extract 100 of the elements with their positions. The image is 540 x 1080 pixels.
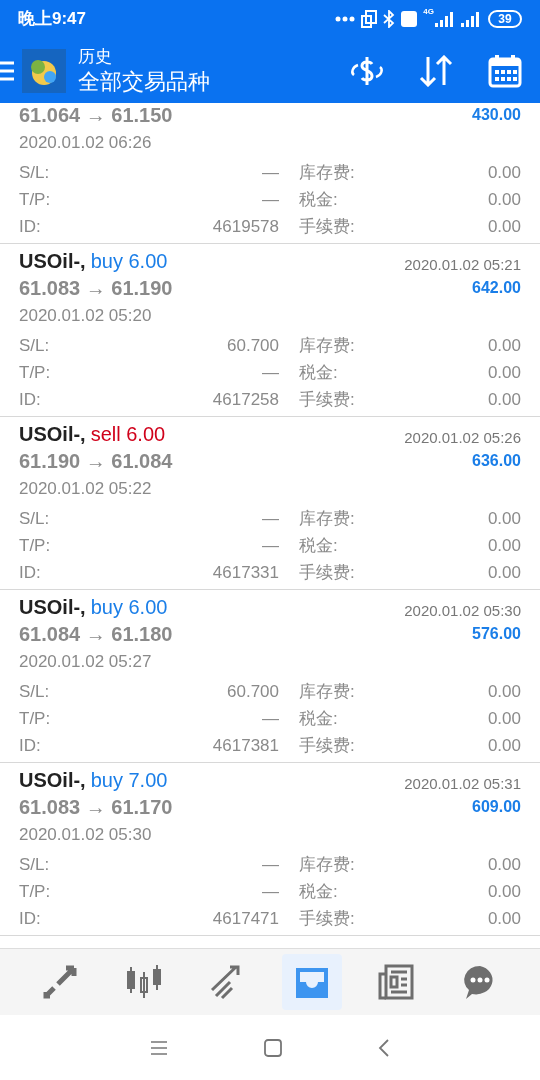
trade-symbol: USOil-, — [19, 595, 86, 620]
tax-value: 0.00 — [486, 707, 521, 730]
price-range: 61.084 → 61.180 — [19, 622, 173, 647]
take-profit-label: T/P: — [19, 361, 52, 384]
swap-label: 库存费: — [299, 853, 356, 876]
open-time: 2020.01.02 05:30 — [19, 824, 152, 847]
back-icon[interactable] — [378, 1038, 390, 1057]
swap-label: 库存费: — [299, 161, 356, 184]
screen-title: 历史 — [78, 45, 113, 68]
trade-side: buy 7.00 — [90, 768, 168, 793]
order-id-label: ID: — [19, 215, 42, 238]
commission-value: 0.00 — [486, 388, 521, 411]
signal-icon — [460, 11, 480, 27]
open-time: 2020.01.02 06:26 — [19, 132, 152, 155]
tax-label: 税金: — [299, 707, 339, 730]
order-id-value: 4619578 — [211, 215, 279, 238]
swap-label: 库存费: — [299, 680, 356, 703]
bluetooth-icon — [383, 10, 396, 28]
trade-item[interactable]: USOil-, sell 6.00 2020.01.02 05:26 61.190 → 61.084 636.00 2020.01.02 05:22 S/L: — 库存费: 0.00 T/P: — 税金: 0.00 ID: 4617331 手续费: 0.00 — [0, 417, 540, 590]
newspaper-icon — [376, 962, 416, 1002]
stop-loss-label: S/L: — [19, 853, 51, 876]
calendar-icon[interactable] — [488, 53, 522, 88]
take-profit-value: — — [261, 880, 279, 903]
order-id-value: 4617381 — [211, 734, 279, 757]
trade-symbol: USOil-, — [19, 422, 86, 447]
stop-loss-label: S/L: — [19, 161, 51, 184]
take-profit-value: — — [261, 707, 279, 730]
tax-label: 税金: — [299, 534, 339, 557]
stop-loss-label: S/L: — [19, 507, 51, 530]
order-id-label: ID: — [19, 907, 42, 930]
network-type: 4G — [423, 8, 434, 16]
menu-icon[interactable] — [150, 1040, 168, 1055]
price-range: 61.083 → 61.190 — [19, 276, 173, 301]
tax-value: 0.00 — [486, 188, 521, 211]
trade-side: buy 6.00 — [90, 595, 168, 620]
status-time: 晚上9:47 — [18, 8, 87, 31]
take-profit-label: T/P: — [19, 880, 52, 903]
menu-icon[interactable] — [0, 59, 14, 82]
commission-value: 0.00 — [486, 907, 521, 930]
take-profit-value: — — [261, 188, 279, 211]
trade-item[interactable]: 61.064 → 61.150 430.00 2020.01.02 06:26 S/L: — 库存费: 0.00 T/P: — 税金: 0.00 ID: 4619578 手续费: 0.00 — [0, 103, 540, 244]
signal-icon — [434, 11, 454, 27]
commission-label: 手续费: — [299, 734, 356, 757]
take-profit-value: — — [261, 361, 279, 384]
price-range: 61.064 → 61.150 — [19, 103, 173, 128]
trade-item[interactable]: USOil-, buy 6.00 2020.01.02 05:21 61.083 → 61.190 642.00 2020.01.02 05:20 S/L: 60.700 库存费: 0.00 T/P: — 税金: 0.00 ID: 4617258 手续费: 0.00 — [0, 244, 540, 417]
stop-loss-label: S/L: — [19, 334, 51, 357]
swap-value: 0.00 — [486, 334, 521, 357]
swap-value: 0.00 — [486, 161, 521, 184]
stop-loss-value: — — [261, 161, 279, 184]
battery-level: 39 — [488, 10, 522, 28]
trade-side: buy 6.00 — [90, 249, 168, 274]
tax-label: 税金: — [299, 880, 339, 903]
home-icon[interactable] — [264, 1038, 282, 1057]
commission-label: 手续费: — [299, 215, 356, 238]
close-time: 2020.01.02 05:21 — [404, 254, 521, 275]
stop-loss-label: S/L: — [19, 680, 51, 703]
swap-value: 0.00 — [486, 853, 521, 876]
profit-value: 430.00 — [472, 105, 521, 125]
swap-label: 库存费: — [299, 507, 356, 530]
open-time: 2020.01.02 05:27 — [19, 651, 152, 674]
screen-icon — [361, 10, 378, 28]
take-profit-label: T/P: — [19, 707, 52, 730]
more-dots-icon — [335, 16, 356, 22]
close-time: 2020.01.02 05:30 — [404, 600, 521, 621]
order-id-value: 4617258 — [211, 388, 279, 411]
sort-arrows-icon[interactable] — [418, 54, 454, 87]
profit-value: 642.00 — [472, 278, 521, 298]
order-id-value: 4617331 — [211, 561, 279, 584]
trade-item[interactable]: USOil-, buy 6.00 2020.01.02 05:30 61.084 → 61.180 576.00 2020.01.02 05:27 S/L: 60.700 库存费: 0.00 T/P: — 税金: 0.00 ID: 4617381 手续费: 0.00 — [0, 590, 540, 763]
tax-label: 税金: — [299, 361, 339, 384]
commission-value: 0.00 — [486, 734, 521, 757]
open-time: 2020.01.02 05:20 — [19, 305, 152, 328]
take-profit-label: T/P: — [19, 534, 52, 557]
profit-value: 636.00 — [472, 451, 521, 471]
take-profit-value: — — [261, 534, 279, 557]
open-time: 2020.01.02 05:22 — [19, 478, 152, 501]
currency-exchange-icon[interactable] — [348, 54, 386, 87]
trade-symbol: USOil-, — [19, 768, 86, 793]
close-time: 2020.01.02 05:26 — [404, 427, 521, 448]
trade-item[interactable]: USOil-, buy 7.00 2020.01.02 05:31 61.083 → 61.170 609.00 2020.01.02 05:30 S/L: — 库存费: 0.00 T/P: — 税金: 0.00 ID: 4617471 手续费: 0.00 — [0, 763, 540, 936]
profit-value: 576.00 — [472, 624, 521, 644]
commission-label: 手续费: — [299, 561, 356, 584]
order-id-label: ID: — [19, 561, 42, 584]
profit-value: 609.00 — [472, 797, 521, 817]
stop-loss-value: 60.700 — [226, 334, 279, 357]
swap-label: 库存费: — [299, 334, 356, 357]
app-logo-icon — [22, 48, 66, 93]
commission-label: 手续费: — [299, 388, 356, 411]
symbol-filter[interactable]: 全部交易品种 — [78, 67, 210, 96]
commission-label: 手续费: — [299, 907, 356, 930]
nav-tab[interactable] — [282, 954, 342, 1010]
stop-loss-value: — — [261, 853, 279, 876]
price-range: 61.190 → 61.084 — [19, 449, 173, 474]
commission-value: 0.00 — [486, 561, 521, 584]
trade-side: sell 6.00 — [90, 422, 166, 447]
swap-value: 0.00 — [486, 507, 521, 530]
take-profit-label: T/P: — [19, 188, 52, 211]
order-id-label: ID: — [19, 734, 42, 757]
order-id-label: ID: — [19, 388, 42, 411]
